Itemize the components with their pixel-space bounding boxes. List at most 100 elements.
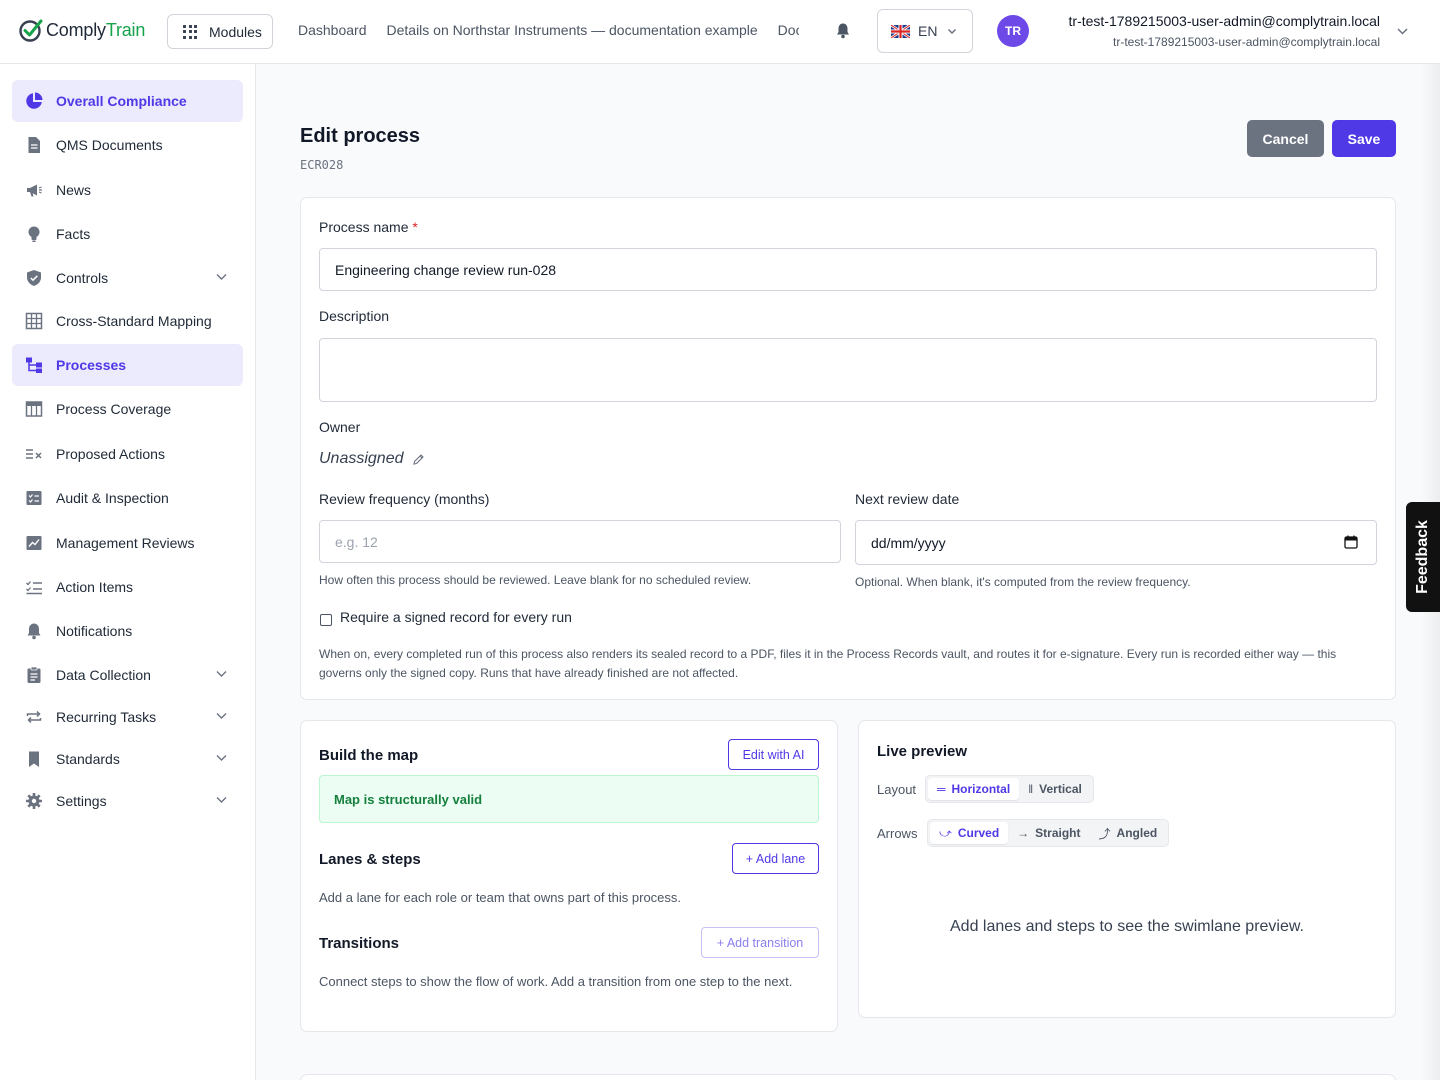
calendar-icon[interactable] bbox=[1344, 535, 1358, 549]
sidebar-item-processes[interactable]: Processes bbox=[12, 344, 243, 386]
save-button[interactable]: Save bbox=[1332, 120, 1396, 157]
sidebar-item-audit-inspection[interactable]: Audit & Inspection bbox=[12, 477, 243, 519]
chevron-down-icon bbox=[948, 28, 957, 35]
sidebar-item-label: Notifications bbox=[56, 623, 133, 639]
repeat-icon bbox=[24, 707, 44, 727]
review-frequency-placeholder: e.g. 12 bbox=[335, 533, 378, 550]
user-name: tr-test-1789215003-user-admin@complytrai… bbox=[1068, 13, 1380, 29]
owner-value[interactable]: Unassigned bbox=[319, 450, 425, 468]
angled-arrow-icon: ⤴ bbox=[1098, 826, 1111, 841]
uk-flag-icon bbox=[891, 24, 910, 38]
transitions-help: Connect steps to show the flow of work. … bbox=[319, 974, 793, 989]
clipboard-icon bbox=[24, 665, 44, 685]
nav-link-details[interactable]: Details on Northstar Instruments — docum… bbox=[387, 22, 758, 38]
sidebar-item-management-reviews[interactable]: Management Reviews bbox=[12, 522, 243, 564]
nav-link-documents[interactable]: Documents bbox=[778, 22, 799, 38]
next-review-date-input[interactable]: dd/mm/yyyy bbox=[855, 520, 1377, 565]
sidebar-item-action-items[interactable]: Action Items bbox=[12, 566, 243, 608]
sidebar-item-data-collection[interactable]: Data Collection bbox=[12, 654, 243, 696]
add-transition-button[interactable]: + Add transition bbox=[701, 927, 819, 958]
table-icon bbox=[24, 399, 44, 419]
table-grid-icon bbox=[24, 311, 44, 331]
apps-grid-icon bbox=[183, 24, 197, 39]
bell-icon bbox=[24, 621, 44, 641]
logo-text: ComplyTrain bbox=[46, 19, 146, 40]
arrows-curved-option[interactable]: ⤻ Curved bbox=[930, 822, 1009, 844]
avatar[interactable]: TR bbox=[997, 15, 1029, 47]
logo-check-icon bbox=[19, 19, 43, 42]
chart-review-icon bbox=[24, 533, 44, 553]
chevron-down-icon bbox=[216, 797, 227, 803]
build-map-title: Build the map bbox=[319, 747, 419, 764]
notifications-bell-icon[interactable] bbox=[835, 22, 851, 39]
megaphone-icon bbox=[24, 180, 44, 200]
horizontal-lines-icon: ═ bbox=[937, 782, 946, 796]
layout-vertical-option[interactable]: ǁ Vertical bbox=[1019, 778, 1091, 800]
signed-record-checkbox[interactable] bbox=[320, 614, 332, 626]
lightbulb-icon bbox=[24, 224, 44, 244]
sidebar-item-proposed-actions[interactable]: Proposed Actions bbox=[12, 433, 243, 475]
logo[interactable]: ComplyTrain bbox=[18, 17, 145, 43]
checklist-icon bbox=[24, 488, 44, 508]
language-label: EN bbox=[918, 23, 938, 39]
layout-label: Layout bbox=[877, 782, 917, 797]
sidebar-item-label: Settings bbox=[56, 793, 107, 809]
document-icon bbox=[24, 135, 44, 155]
sidebar-item-facts[interactable]: Facts bbox=[12, 213, 243, 255]
cancel-button[interactable]: Cancel bbox=[1247, 120, 1324, 157]
layout-horizontal-option[interactable]: ═ Horizontal bbox=[928, 778, 1020, 800]
arrows-angled-label: Angled bbox=[1116, 826, 1158, 840]
arrows-angled-option[interactable]: ⤴ Angled bbox=[1090, 822, 1167, 844]
pencil-icon[interactable] bbox=[412, 453, 425, 466]
list-check-icon bbox=[24, 577, 44, 597]
review-frequency-input[interactable]: e.g. 12 bbox=[319, 520, 841, 563]
layout-horizontal-label: Horizontal bbox=[951, 782, 1011, 796]
sidebar-item-label: Standards bbox=[56, 751, 120, 767]
flow-icon bbox=[24, 355, 44, 375]
sidebar-item-notifications[interactable]: Notifications bbox=[12, 610, 243, 652]
sidebar-item-settings[interactable]: Settings bbox=[12, 780, 243, 822]
language-select[interactable]: EN bbox=[877, 9, 973, 53]
map-valid-status: Map is structurally valid bbox=[319, 775, 819, 823]
modules-button[interactable]: Modules bbox=[167, 14, 273, 49]
next-review-label: Next review date bbox=[855, 491, 960, 507]
arrows-straight-label: Straight bbox=[1035, 826, 1081, 840]
sidebar-item-label: Facts bbox=[56, 226, 91, 242]
add-lane-button[interactable]: + Add lane bbox=[732, 843, 819, 874]
sidebar-item-label: Audit & Inspection bbox=[56, 490, 169, 506]
sidebar-item-recurring-tasks[interactable]: Recurring Tasks bbox=[12, 696, 243, 738]
sidebar-item-overall-compliance[interactable]: Overall Compliance bbox=[12, 80, 243, 122]
sidebar-item-label: Overall Compliance bbox=[56, 93, 187, 109]
arrows-straight-option[interactable]: → Straight bbox=[1008, 822, 1089, 844]
owner-text: Unassigned bbox=[319, 450, 404, 467]
user-menu-chevron-icon[interactable] bbox=[1397, 27, 1408, 36]
sidebar-item-label: Cross-Standard Mapping bbox=[56, 313, 212, 329]
description-textarea[interactable] bbox=[319, 338, 1377, 402]
sidebar-item-news[interactable]: News bbox=[12, 169, 243, 211]
sidebar-item-label: Controls bbox=[56, 270, 109, 286]
sidebar-item-label: Processes bbox=[56, 357, 127, 373]
sidebar-item-label: Data Collection bbox=[56, 667, 151, 683]
sidebar: Overall Compliance QMS Documents News Fa… bbox=[0, 64, 256, 1080]
sidebar-item-process-coverage[interactable]: Process Coverage bbox=[12, 388, 243, 430]
modules-label: Modules bbox=[209, 23, 262, 40]
sidebar-item-cross-standard-mapping[interactable]: Cross-Standard Mapping bbox=[12, 300, 243, 342]
page-title: Edit process bbox=[300, 125, 421, 147]
sidebar-item-standards[interactable]: Standards bbox=[12, 738, 243, 780]
feedback-label: Feedback bbox=[1414, 520, 1431, 594]
arrows-curved-label: Curved bbox=[957, 826, 1000, 840]
lanes-help: Add a lane for each role or team that ow… bbox=[319, 890, 682, 905]
nav-link-dashboard[interactable]: Dashboard bbox=[298, 22, 367, 38]
feedback-tab[interactable]: Feedback bbox=[1406, 502, 1440, 612]
sidebar-item-qms-documents[interactable]: QMS Documents bbox=[12, 124, 243, 166]
next-review-date-value: dd/mm/yyyy bbox=[871, 534, 946, 551]
edit-with-ai-button[interactable]: Edit with AI bbox=[728, 739, 819, 770]
transitions-title: Transitions bbox=[319, 935, 400, 952]
sidebar-item-label: Recurring Tasks bbox=[56, 709, 157, 725]
arrows-toggle: ⤻ Curved → Straight ⤴ Angled bbox=[927, 819, 1170, 847]
sidebar-item-controls[interactable]: Controls bbox=[12, 257, 243, 299]
process-name-input[interactable]: Engineering change review run-028 bbox=[319, 248, 1377, 291]
curved-arrow-icon: ⤻ bbox=[939, 825, 952, 840]
required-mark: * bbox=[412, 219, 418, 235]
chevron-down-icon bbox=[216, 755, 227, 761]
